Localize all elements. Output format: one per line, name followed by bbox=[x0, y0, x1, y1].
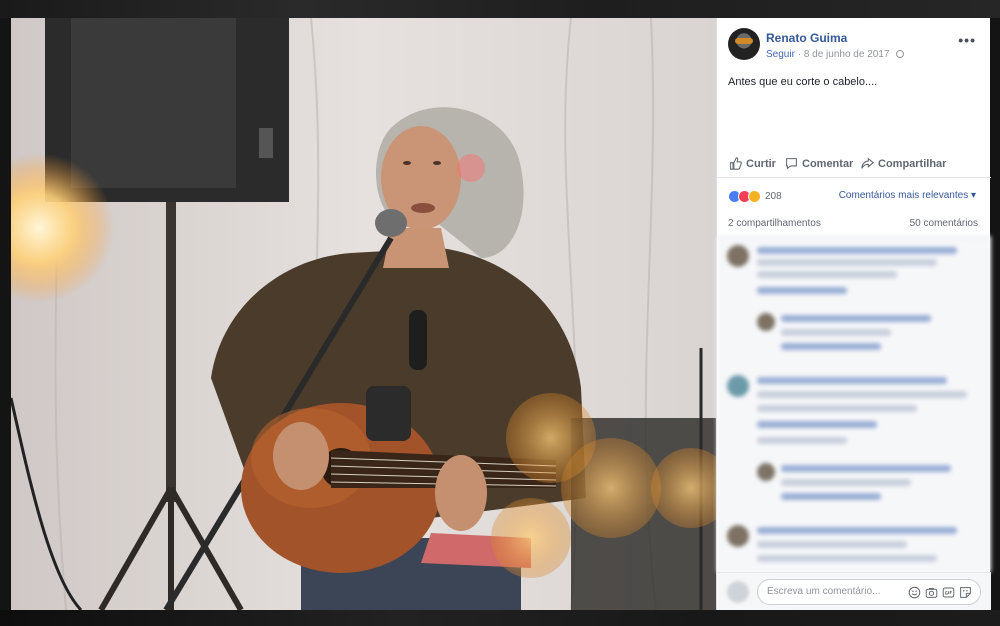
comment-line bbox=[757, 421, 877, 428]
comment-line bbox=[781, 493, 881, 500]
more-options-icon[interactable]: ••• bbox=[958, 32, 976, 48]
comments-list-blurred bbox=[717, 236, 991, 572]
gif-icon[interactable] bbox=[942, 586, 955, 599]
comment-count[interactable]: 50 comentários bbox=[910, 218, 978, 229]
share-count[interactable]: 2 compartilhamentos bbox=[728, 218, 821, 229]
photo-guitarist-performing bbox=[11, 18, 716, 610]
comment-avatar bbox=[727, 525, 749, 547]
comment-button[interactable]: Comentar bbox=[785, 157, 853, 170]
post-side-panel: Renato Guima Seguir · 8 de junho de 2017… bbox=[716, 18, 991, 610]
like-label: Curtir bbox=[746, 157, 776, 170]
camera-icon[interactable] bbox=[925, 586, 938, 599]
share-icon bbox=[861, 157, 874, 169]
avatar[interactable] bbox=[728, 28, 760, 60]
background-page-bottom bbox=[0, 610, 1000, 626]
author-name[interactable]: Renato Guima bbox=[766, 31, 847, 45]
follow-link[interactable]: Seguir bbox=[766, 49, 795, 60]
like-icon bbox=[730, 157, 742, 170]
sticker-icon[interactable] bbox=[959, 586, 972, 599]
globe-icon bbox=[896, 50, 905, 58]
comment-line bbox=[781, 329, 891, 336]
comment-avatar bbox=[757, 313, 775, 331]
comment-sort-dropdown[interactable]: Comentários mais relevantes ▾ bbox=[839, 190, 976, 201]
post-photo[interactable] bbox=[11, 18, 716, 610]
comment-avatar bbox=[757, 463, 775, 481]
comment-placeholder: Escreva um comentário... bbox=[767, 586, 881, 597]
post-date[interactable]: 8 de junho de 2017 bbox=[804, 49, 890, 60]
comment-avatar bbox=[727, 245, 749, 267]
like-button[interactable]: Curtir bbox=[729, 157, 776, 170]
share-button[interactable]: Compartilhar bbox=[861, 157, 946, 170]
post-meta: Seguir · 8 de junho de 2017 bbox=[766, 49, 905, 60]
comment-line bbox=[781, 465, 951, 472]
comment-input[interactable]: Escreva um comentário... bbox=[757, 579, 981, 605]
haha-reaction-icon bbox=[748, 189, 761, 203]
comment-line bbox=[757, 259, 937, 266]
comment-line bbox=[757, 437, 847, 444]
composer-icons bbox=[908, 586, 972, 599]
comment-line bbox=[757, 527, 957, 534]
background-page-top bbox=[0, 0, 1000, 18]
avatar bbox=[727, 581, 749, 603]
comment-line bbox=[757, 287, 847, 294]
comment-line bbox=[757, 541, 907, 548]
reaction-count: 208 bbox=[765, 190, 782, 202]
comment-line bbox=[781, 315, 931, 322]
meta-separator: · bbox=[797, 49, 802, 60]
comment-line bbox=[757, 555, 937, 562]
comment-line bbox=[757, 391, 967, 398]
share-label: Compartilhar bbox=[878, 157, 947, 170]
post-header: Renato Guima Seguir · 8 de junho de 2017… bbox=[728, 28, 980, 64]
comment-avatar bbox=[727, 375, 749, 397]
post-actions-bar: Curtir Comentar Compartilhar bbox=[717, 152, 991, 178]
comment-composer: Escreva um comentário... bbox=[717, 572, 991, 610]
comment-line bbox=[781, 479, 911, 486]
reactions-summary[interactable]: 208 bbox=[728, 188, 782, 204]
comment-label: Comentar bbox=[802, 157, 854, 170]
comment-line bbox=[757, 247, 957, 254]
comment-line bbox=[757, 377, 947, 384]
post-caption: Antes que eu corte o cabelo.... bbox=[728, 76, 878, 88]
emoji-icon[interactable] bbox=[908, 586, 921, 599]
comment-line bbox=[757, 271, 897, 278]
comment-line bbox=[757, 405, 917, 412]
comment-icon bbox=[786, 158, 797, 170]
comment-line bbox=[781, 343, 881, 350]
